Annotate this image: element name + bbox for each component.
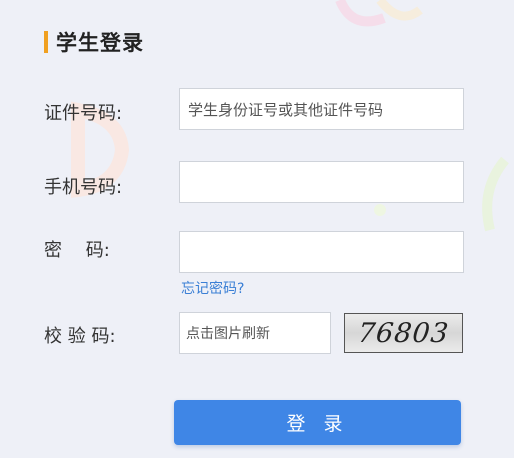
phone-label: 手机号码: bbox=[44, 177, 123, 198]
id-number-label: 证件号码: bbox=[44, 103, 123, 124]
id-number-input[interactable]: 学生身份证号或其他证件号码 bbox=[179, 88, 464, 130]
background-decoration bbox=[71, 0, 509, 232]
captcha-placeholder: 点击图片刷新 bbox=[186, 326, 270, 342]
captcha-input[interactable]: 点击图片刷新 bbox=[179, 312, 331, 354]
password-label: 密 码: bbox=[44, 240, 110, 261]
id-number-placeholder: 学生身份证号或其他证件号码 bbox=[188, 100, 384, 119]
phone-input[interactable] bbox=[179, 161, 464, 203]
captcha-label: 校 验 码: bbox=[44, 326, 116, 347]
password-input[interactable] bbox=[179, 231, 464, 273]
login-button[interactable]: 登 录 bbox=[174, 400, 461, 445]
page-title: 学生登录 bbox=[44, 30, 144, 55]
forgot-password-link[interactable]: 忘记密码? bbox=[181, 278, 244, 298]
title-text: 学生登录 bbox=[56, 31, 144, 55]
captcha-code: 76803 bbox=[356, 317, 451, 349]
title-accent-bar bbox=[44, 31, 48, 53]
captcha-image[interactable]: 76803 bbox=[344, 313, 463, 353]
